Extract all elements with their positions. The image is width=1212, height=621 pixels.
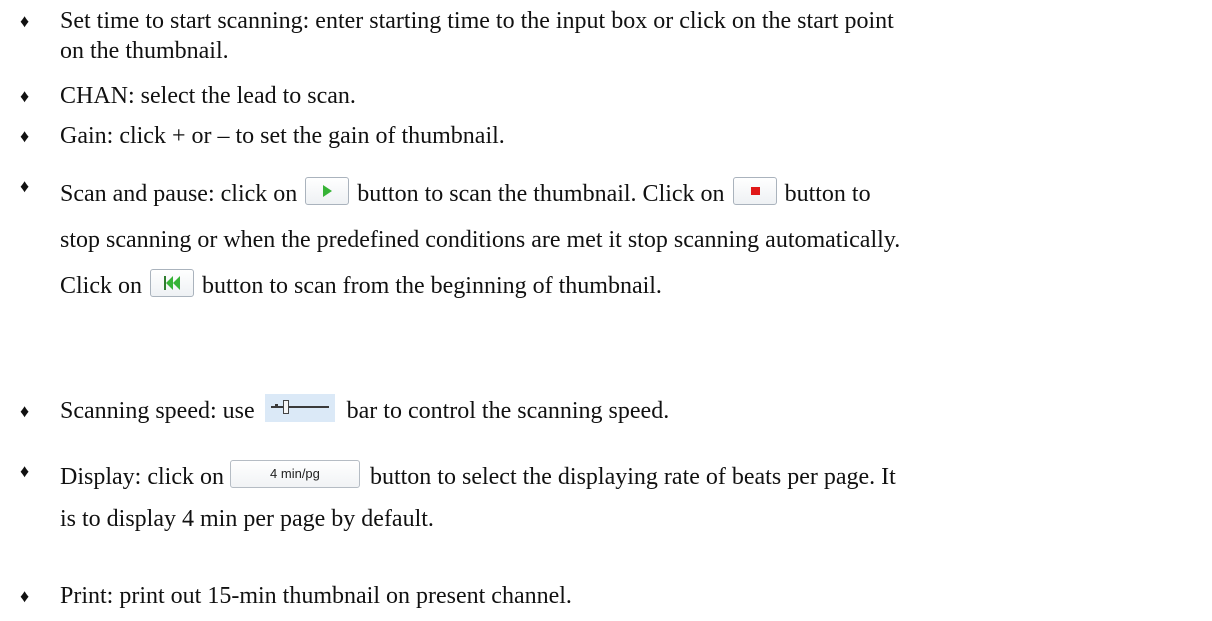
item-text: Scanning speed: use bar to control the sc… [60, 394, 1182, 426]
item-line: CHAN: select the lead to scan. [60, 83, 356, 109]
play-icon [323, 185, 333, 198]
display-rate-button[interactable]: 4 min/pg [229, 460, 360, 489]
item-text: Scan and pause: click on button to scan t… [60, 171, 1182, 309]
stop-button[interactable] [732, 177, 777, 206]
item-line: Scanning speed: use bar to control the sc… [60, 394, 1182, 426]
bullet-diamond: ♦ [20, 176, 30, 196]
item-text-part: Display: click on [60, 464, 224, 490]
rewind-button[interactable] [150, 269, 194, 298]
item-line: Set time to start scanning: enter starti… [60, 8, 894, 34]
item-text: Print: print out 15-min thumbnail on pre… [60, 581, 1182, 611]
item-line: stop scanning or when the predefined con… [60, 227, 901, 253]
item-text: Display: click on 4 min/pg button to selec… [60, 456, 1182, 540]
rewind-icon [164, 276, 180, 291]
bullet-diamond: ♦ [20, 86, 30, 106]
slider-thumb[interactable] [282, 400, 289, 415]
item-line: Gain: click + or – to set the gain of th… [60, 123, 505, 149]
item-line: on the thumbnail. [60, 38, 229, 64]
item-text: CHAN: select the lead to scan. [60, 81, 1182, 111]
stop-icon [750, 187, 760, 196]
slider-track [270, 406, 329, 409]
item-text-part: Scan and pause: click on [60, 181, 298, 207]
item-text-part: button to scan from the beginning of thu… [202, 273, 662, 299]
bullet-diamond: ♦ [20, 401, 30, 421]
play-button[interactable] [305, 177, 350, 206]
item-text-part: bar to control the scanning speed. [346, 398, 670, 424]
bullet-diamond: ♦ [20, 11, 30, 31]
item-text: Set time to start scanning: enter starti… [60, 6, 1182, 66]
item-text-part: button to scan the thumbnail. Click on [357, 181, 725, 207]
item-line: Print: print out 15-min thumbnail on pre… [60, 583, 572, 609]
item-line: Click on button to scan from the beginnin… [60, 263, 1182, 309]
bullet-diamond: ♦ [20, 126, 30, 146]
bullet-diamond: ♦ [20, 461, 30, 481]
item-text-part: button to [784, 181, 871, 207]
bullet-diamond: ♦ [20, 586, 30, 606]
speed-slider[interactable] [264, 394, 335, 423]
item-line: is to display 4 min per page by default. [60, 506, 434, 532]
item-line: Scan and pause: click on button to scan t… [60, 171, 1182, 217]
item-text-part: button to select the displaying rate of … [369, 464, 896, 490]
item-text: Gain: click + or – to set the gain of th… [60, 121, 1182, 151]
item-text-part: Click on [60, 273, 142, 299]
item-line: Display: click on 4 min/pg button to selec… [60, 456, 1182, 498]
slider-tick [274, 404, 278, 409]
item-text-part: Scanning speed: use [60, 398, 255, 424]
